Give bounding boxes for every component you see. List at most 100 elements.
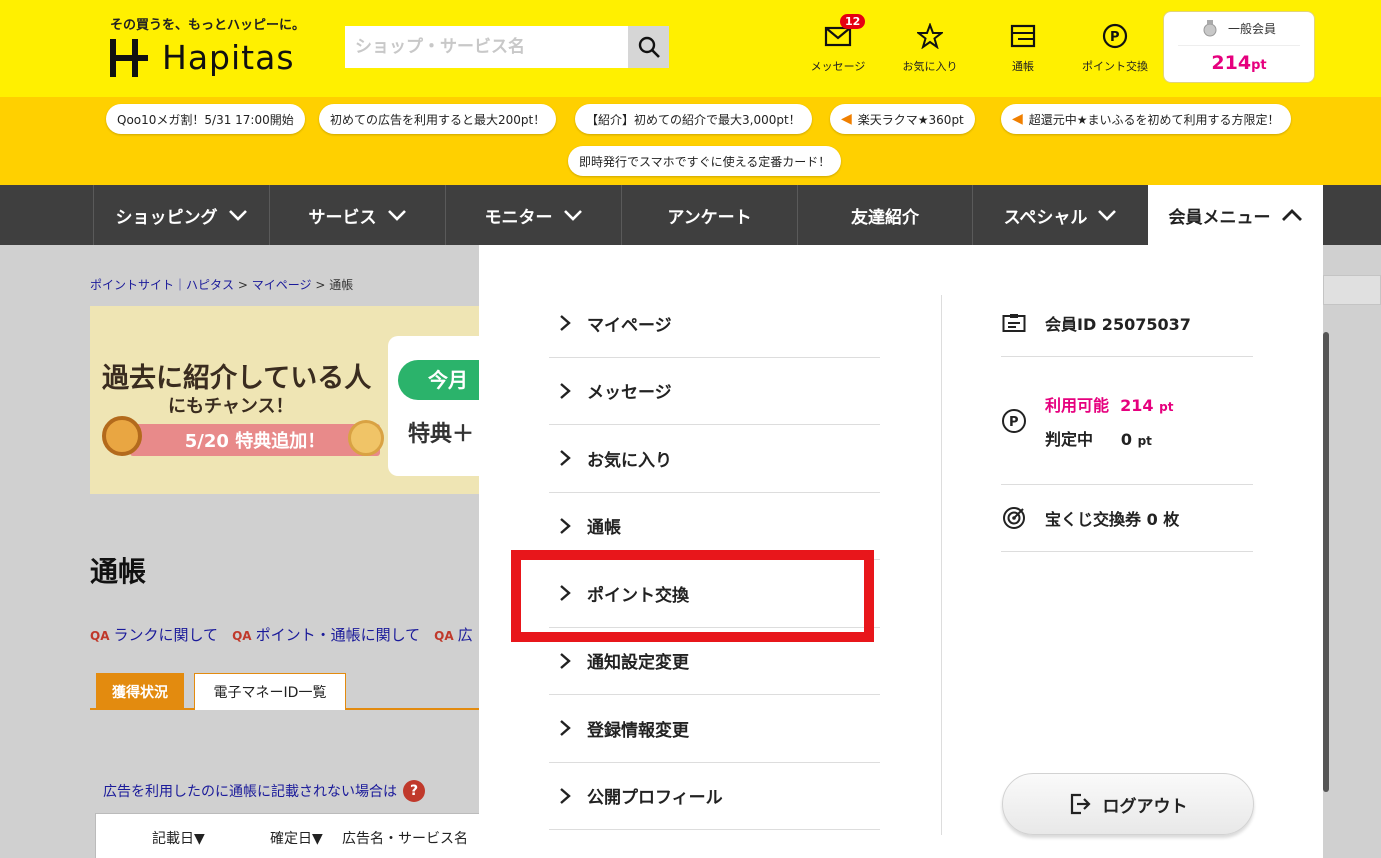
header-nav-messages[interactable]: 12 メッセージ (798, 14, 878, 74)
megaphone-icon: ◀ (841, 111, 852, 127)
passbook-table: 記載日▼ 確定日▼ 広告名・サービス名 (95, 813, 480, 858)
lottery-row: 宝くじ交換券 0 枚 (1001, 485, 1253, 552)
nav-shopping[interactable]: ショッピング (93, 185, 269, 245)
campaign-label: 楽天ラクマ★360pt (857, 112, 964, 127)
banner-ribbon: 5/20 特典追加！ (130, 424, 380, 456)
banner-card: 今月 特典＋ (388, 336, 480, 476)
side-scroll-track (1323, 332, 1329, 792)
nav-member-menu[interactable]: 会員メニュー (1148, 185, 1323, 245)
nav-label: サービス (308, 207, 377, 228)
chevron-right-icon (559, 449, 571, 467)
qa-icon: QA (434, 629, 454, 643)
tab-acquisition-status[interactable]: 獲得状況 (96, 673, 184, 710)
available-points-unit: pt (1159, 399, 1174, 414)
chevron-right-icon (559, 584, 571, 602)
chevron-up-icon (1281, 208, 1302, 221)
column-header-recorded-date[interactable]: 記載日▼ (152, 828, 205, 848)
campaign-pill[interactable]: ◀ 超還元中★まいふるを初めて利用する方限定！ (1001, 104, 1291, 134)
logo-mark-icon (110, 38, 148, 77)
breadcrumb-home-link[interactable]: ポイントサイト｜ハピタス (90, 278, 234, 292)
member-status-box[interactable]: 一般会員 214pt (1163, 11, 1315, 83)
lottery-tickets: 宝くじ交換券 0 枚 (1045, 510, 1180, 529)
header-nav-passbook[interactable]: 通帳 (983, 20, 1063, 74)
breadcrumb-current: 通帳 (329, 278, 354, 292)
breadcrumb-mypage-link[interactable]: マイページ (252, 278, 312, 292)
breadcrumb-separator: > (237, 278, 248, 292)
menu-item-registration-info[interactable]: 登録情報変更 (549, 695, 880, 763)
nav-referral[interactable]: 友達紹介 (797, 185, 972, 245)
breadcrumb: ポイントサイト｜ハピタス > マイページ > 通帳 (90, 276, 353, 293)
main-navigation: ショッピング サービス モニター アンケート 友達紹介 スペシャル 会員メニュー (0, 185, 1381, 245)
campaign-label: 初めての広告を利用すると最大200pt！ (330, 112, 546, 127)
nav-service[interactable]: サービス (269, 185, 445, 245)
member-menu-list: マイページ メッセージ お気に入り 通帳 ポイント交換 通知設定変更 登録情報変… (549, 290, 880, 830)
member-points-unit: pt (1251, 58, 1267, 73)
campaign-label: Qoo10メガ割！5/31 17:00開始 (117, 112, 294, 127)
tagline: その買うを、もっとハッピーに。 (110, 18, 306, 33)
nav-label: アンケート (667, 207, 752, 228)
campaign-strip: Qoo10メガ割！5/31 17:00開始 初めての広告を利用すると最大200p… (0, 97, 1381, 185)
star-icon (917, 23, 943, 49)
menu-item-label: 登録情報変更 (587, 720, 689, 741)
passbook-tabs: 獲得状況 電子マネーID一覧 (90, 673, 480, 710)
pending-points-unit: pt (1137, 433, 1152, 448)
search-input[interactable] (345, 26, 628, 68)
menu-item-label: メッセージ (587, 383, 672, 404)
search-bar (345, 26, 669, 68)
site-header: その買うを、もっとハッピーに。 Hapitas 12 メッセージ お気に入り 通… (0, 0, 1381, 97)
pending-points-value: 0 (1120, 429, 1133, 449)
column-header-confirmed-date[interactable]: 確定日▼ (270, 828, 323, 848)
chevron-right-icon (559, 719, 571, 737)
search-button[interactable] (628, 26, 669, 68)
menu-item-favorites[interactable]: お気に入り (549, 425, 880, 493)
referral-banner[interactable]: 過去に紹介している人 にもチャンス！ 5/20 特典追加！ 今月 特典＋ (90, 306, 480, 494)
search-icon (638, 36, 660, 58)
medal-icon (1203, 19, 1217, 36)
campaign-label: 即時発行でスマホですぐに使える定番カード！ (579, 154, 831, 169)
site-logo[interactable]: Hapitas (110, 38, 295, 77)
menu-item-label: 公開プロフィール (587, 788, 723, 809)
header-nav-point-exchange[interactable]: P ポイント交換 (1075, 20, 1155, 74)
tab-emoney-id-list[interactable]: 電子マネーID一覧 (194, 673, 346, 710)
qa-icon: QA (90, 629, 110, 643)
target-icon (1001, 506, 1027, 530)
chevron-right-icon (559, 652, 571, 670)
available-points-value: 214 (1120, 395, 1154, 415)
menu-item-label: お気に入り (587, 450, 672, 471)
menu-item-label: 通帳 (587, 518, 621, 539)
campaign-pill[interactable]: ◀ 楽天ラクマ★360pt (830, 104, 975, 134)
nav-monitor[interactable]: モニター (445, 185, 621, 245)
header-nav-favorites[interactable]: お気に入り (890, 20, 970, 74)
campaign-pill[interactable]: Qoo10メガ割！5/31 17:00開始 (106, 104, 305, 134)
nav-special[interactable]: スペシャル (972, 185, 1148, 245)
campaign-pill[interactable]: 初めての広告を利用すると最大200pt！ (319, 104, 557, 134)
help-links: QA ランクに関して QA ポイント・通帳に関して QA 広 (90, 624, 473, 645)
nav-label: 会員メニュー (1168, 207, 1271, 228)
menu-item-point-exchange[interactable]: ポイント交換 (549, 560, 880, 628)
campaign-pill[interactable]: 即時発行でスマホですぐに使える定番カード！ (568, 146, 842, 176)
campaign-label: 超還元中★まいふるを初めて利用する方限定！ (1028, 112, 1280, 127)
help-link-rank[interactable]: QA ランクに関して (90, 624, 218, 645)
megaphone-icon: ◀ (1012, 111, 1023, 127)
menu-item-passbook[interactable]: 通帳 (549, 493, 880, 560)
logout-button[interactable]: ログアウト (1002, 773, 1254, 835)
page-title: 通帳 (90, 555, 147, 588)
breadcrumb-separator: > (315, 278, 326, 292)
menu-item-notification-settings[interactable]: 通知設定変更 (549, 628, 880, 695)
menu-item-messages[interactable]: メッセージ (549, 358, 880, 425)
member-info: 会員ID 25075037 P 利用可能 214 pt 判定中 0 pt 宝くじ… (1001, 290, 1253, 552)
help-link-points[interactable]: QA ポイント・通帳に関して (232, 624, 420, 645)
points-detail: 利用可能 214 pt 判定中 0 pt (1045, 392, 1173, 450)
missing-record-notice[interactable]: 広告を利用したのに通帳に記載されない場合は ? (103, 780, 425, 802)
member-points-value: 214 (1211, 52, 1252, 74)
menu-item-public-profile[interactable]: 公開プロフィール (549, 763, 880, 830)
chevron-down-icon (563, 210, 582, 221)
campaign-pill[interactable]: 【紹介】初めての紹介で最大3,000pt！ (575, 104, 812, 134)
point-icon: P (1001, 408, 1027, 434)
header-nav-label: ポイント交換 (1082, 60, 1148, 73)
chevron-down-icon (387, 210, 406, 221)
help-link-label: ランクに関して (113, 626, 219, 644)
nav-survey[interactable]: アンケート (621, 185, 797, 245)
menu-item-mypage[interactable]: マイページ (549, 290, 880, 358)
help-link-ads[interactable]: QA 広 (434, 624, 473, 645)
